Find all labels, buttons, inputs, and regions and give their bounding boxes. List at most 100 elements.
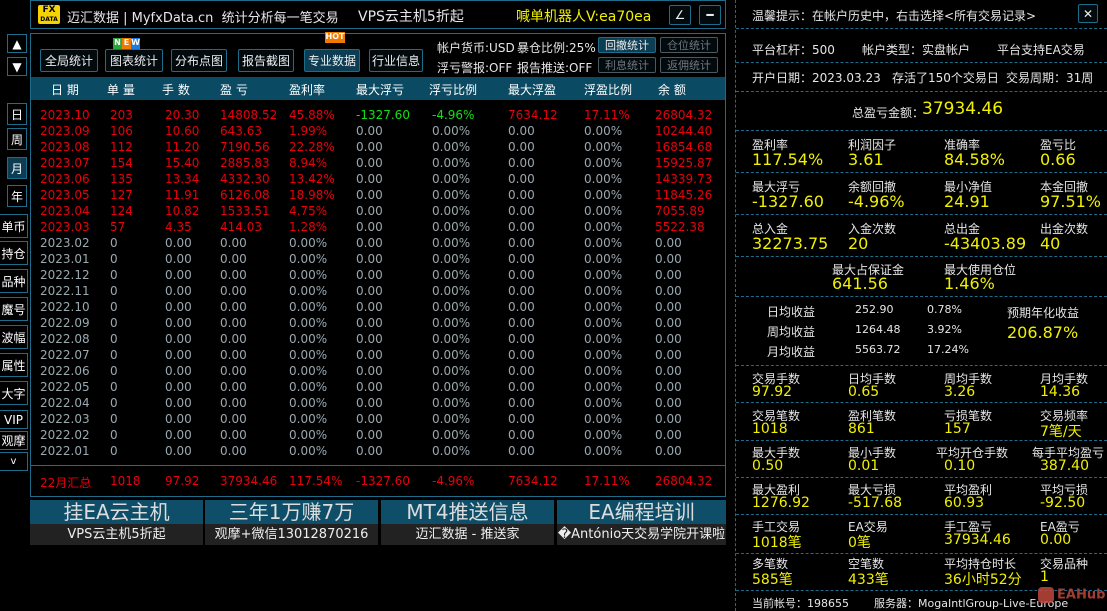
stat-button-0[interactable]: 回撤统计 xyxy=(598,37,656,53)
cell: 45.88% xyxy=(289,108,335,122)
cell: 0 xyxy=(110,412,118,426)
float-alert-label[interactable]: 浮亏警报:OFF xyxy=(437,59,512,76)
table-row[interactable]: 2023.01 0 0.00 0.00 0.00% 0.00 0.00% 0.00 0.00% 0… xyxy=(31,252,725,268)
edit-button[interactable]: ∠ xyxy=(669,5,691,25)
ad-banner-0[interactable]: 挂EA云主机 VPS云主机5折起 xyxy=(30,500,203,545)
table-row[interactable]: 2022.09 0 0.00 0.00 0.00% 0.00 0.00% 0.00 0.00% 0… xyxy=(31,316,725,332)
cell: 0.00% xyxy=(432,412,471,426)
scroll-up-button[interactable]: ▲ xyxy=(7,34,27,53)
toolbar-button-4[interactable]: 专业数据 xyxy=(304,49,360,72)
cell: 0.00 xyxy=(508,252,535,266)
column-header[interactable]: 浮亏比例 xyxy=(429,81,477,98)
cell: 6126.08 xyxy=(220,188,270,202)
table-row[interactable]: 2023.08 112 11.20 7190.56 22.28% 0.00 0.00% 0.0… xyxy=(31,140,725,156)
cell: 18.98% xyxy=(289,188,335,202)
column-header[interactable]: 余 额 xyxy=(658,81,686,98)
table-row[interactable]: 2023.02 0 0.00 0.00 0.00% 0.00 0.00% 0.00 0.00% 0… xyxy=(31,236,725,252)
table-row[interactable]: 2022.03 0 0.00 0.00 0.00% 0.00 0.00% 0.00 0.00% 0… xyxy=(31,412,725,428)
column-header[interactable]: 盈 亏 xyxy=(220,81,248,98)
toolbar-button-1[interactable]: 图表统计 xyxy=(105,49,163,72)
cell: 0.00% xyxy=(289,412,328,426)
table-row[interactable]: 2022.04 0 0.00 0.00 0.00% 0.00 0.00% 0.00 0.00% 0… xyxy=(31,396,725,412)
sidebar-item-7[interactable]: VIP xyxy=(0,410,28,429)
stat-value: -4.96% xyxy=(848,192,905,211)
column-header[interactable]: 日 期 xyxy=(51,81,79,98)
table-row[interactable]: 2022.08 0 0.00 0.00 0.00% 0.00 0.00% 0.00 0.00% 0… xyxy=(31,332,725,348)
cell: 0.00 xyxy=(655,396,682,410)
cell: 0.00 xyxy=(508,316,535,330)
cell: 0.00 xyxy=(220,364,247,378)
section-divider xyxy=(736,477,1107,478)
sidebar-item-3[interactable]: 魔号 xyxy=(0,297,28,321)
table-row[interactable]: 2022.01 0 0.00 0.00 0.00% 0.00 0.00% 0.00 0.00% 0… xyxy=(31,444,725,460)
table-row[interactable]: 2023.10 203 20.30 14808.52 45.88% -1327.60 -4.… xyxy=(31,108,725,124)
toolbar-button-2[interactable]: 分布点图 xyxy=(171,49,227,72)
annual-return-label: 预期年化收益 xyxy=(1007,306,1080,320)
table-row[interactable]: 2023.07 154 15.40 2885.83 8.94% 0.00 0.00% 0.00… xyxy=(31,156,725,172)
table-row[interactable]: 2022.05 0 0.00 0.00 0.00% 0.00 0.00% 0.00 0.00% 0… xyxy=(31,380,725,396)
stat-button-2[interactable]: 利息统计 xyxy=(598,57,656,73)
period-3-button[interactable]: 年 xyxy=(7,185,27,207)
stat-value: 0笔 xyxy=(848,535,871,551)
minimize-button[interactable]: ━ xyxy=(699,5,721,25)
sidebar-item-9[interactable]: v xyxy=(0,452,28,471)
cell: 0.00% xyxy=(584,300,623,314)
cell: 0.00% xyxy=(432,172,471,186)
cell: 0.00 xyxy=(356,268,383,282)
sidebar-item-0[interactable]: 单币 xyxy=(0,214,28,238)
table-row[interactable]: 2022.11 0 0.00 0.00 0.00% 0.00 0.00% 0.00 0.00% 0… xyxy=(31,284,725,300)
period-2-button[interactable]: 月 xyxy=(7,157,27,179)
cell: 0.00 xyxy=(508,412,535,426)
column-header[interactable]: 盈利率 xyxy=(289,81,325,98)
sidebar-item-5[interactable]: 属性 xyxy=(0,353,28,377)
table-row[interactable]: 2023.04 124 10.82 1533.51 4.75% 0.00 0.00% 0.00… xyxy=(31,204,725,220)
avg-percent: 17.24% xyxy=(927,343,969,356)
table-row[interactable]: 2022.12 0 0.00 0.00 0.00% 0.00 0.00% 0.00 0.00% 0… xyxy=(31,268,725,284)
cell: 0.00 xyxy=(165,412,192,426)
cell: 7634.12 xyxy=(508,108,558,122)
period-1-button[interactable]: 周 xyxy=(7,128,27,150)
cell: 17.11% xyxy=(584,108,630,122)
toolbar-button-5[interactable]: 行业信息 xyxy=(369,49,423,72)
stat-button-1[interactable]: 仓位统计 xyxy=(660,37,718,53)
column-header[interactable]: 手 数 xyxy=(162,81,190,98)
ad-banner-2[interactable]: MT4推送信息 迈汇数据 - 推送家 xyxy=(381,500,554,545)
column-header[interactable]: 单 量 xyxy=(107,81,135,98)
cell: 0.00 xyxy=(508,268,535,282)
ad-subtitle: �António天交易学院开课啦 xyxy=(557,524,726,545)
table-row[interactable]: 2022.10 0 0.00 0.00 0.00% 0.00 0.00% 0.00 0.00% 0… xyxy=(31,300,725,316)
open-date: 开户日期：2023.03.23 xyxy=(752,71,881,85)
stat-value: 7笔/天 xyxy=(1040,424,1082,440)
period-0-button[interactable]: 日 xyxy=(7,103,27,125)
cell: 2023.09 xyxy=(40,124,90,138)
table-row[interactable]: 2022.06 0 0.00 0.00 0.00% 0.00 0.00% 0.00 0.00% 0… xyxy=(31,364,725,380)
section-divider xyxy=(736,514,1107,515)
ad-banner-3[interactable]: EA编程培训 �António天交易学院开课啦 xyxy=(557,500,726,545)
table-row[interactable]: 2022.02 0 0.00 0.00 0.00% 0.00 0.00% 0.00 0.00% 0… xyxy=(31,428,725,444)
toolbar-button-0[interactable]: 全局统计 xyxy=(40,49,98,72)
column-header[interactable]: 最大浮盈 xyxy=(508,81,556,98)
column-header[interactable]: 浮盈比例 xyxy=(584,81,632,98)
vps-promo[interactable]: VPS云主机5折起 xyxy=(358,6,464,26)
table-row[interactable]: 2022.07 0 0.00 0.00 0.00% 0.00 0.00% 0.00 0.00% 0… xyxy=(31,348,725,364)
section-divider xyxy=(736,130,1107,131)
sidebar-item-4[interactable]: 波幅 xyxy=(0,325,28,349)
table-row[interactable]: 2023.03 57 4.35 414.03 1.28% 0.00 0.00% 0.00 0.0… xyxy=(31,220,725,236)
toolbar-button-3[interactable]: 报告截图 xyxy=(238,49,294,72)
ad-banner-1[interactable]: 三年1万赚7万 观摩+微信13012870216 xyxy=(205,500,378,545)
scroll-down-button[interactable]: ▼ xyxy=(7,57,27,76)
report-push-label[interactable]: 报告推送:OFF xyxy=(517,59,592,76)
stat-button-3[interactable]: 返佣统计 xyxy=(660,57,718,73)
sidebar-item-2[interactable]: 品种 xyxy=(0,269,28,293)
cell: 0.00 xyxy=(655,332,682,346)
table-row[interactable]: 2023.06 135 13.34 4332.30 13.42% 0.00 0.00% 0.0… xyxy=(31,172,725,188)
column-header[interactable]: 最大浮亏 xyxy=(356,81,404,98)
sidebar-item-8[interactable]: 观摩 xyxy=(0,431,28,450)
cell: 0.00 xyxy=(220,332,247,346)
table-row[interactable]: 2023.05 127 11.91 6126.08 18.98% 0.00 0.00% 0.0… xyxy=(31,188,725,204)
sidebar-item-1[interactable]: 持仓 xyxy=(0,241,28,265)
table-row[interactable]: 2023.09 106 10.60 643.63 1.99% 0.00 0.00% 0.00 0… xyxy=(31,124,725,140)
close-button[interactable]: ✕ xyxy=(1078,4,1098,23)
robot-version[interactable]: 喊单机器人V:ea70ea xyxy=(516,6,651,26)
sidebar-item-6[interactable]: 大字 xyxy=(0,381,28,405)
